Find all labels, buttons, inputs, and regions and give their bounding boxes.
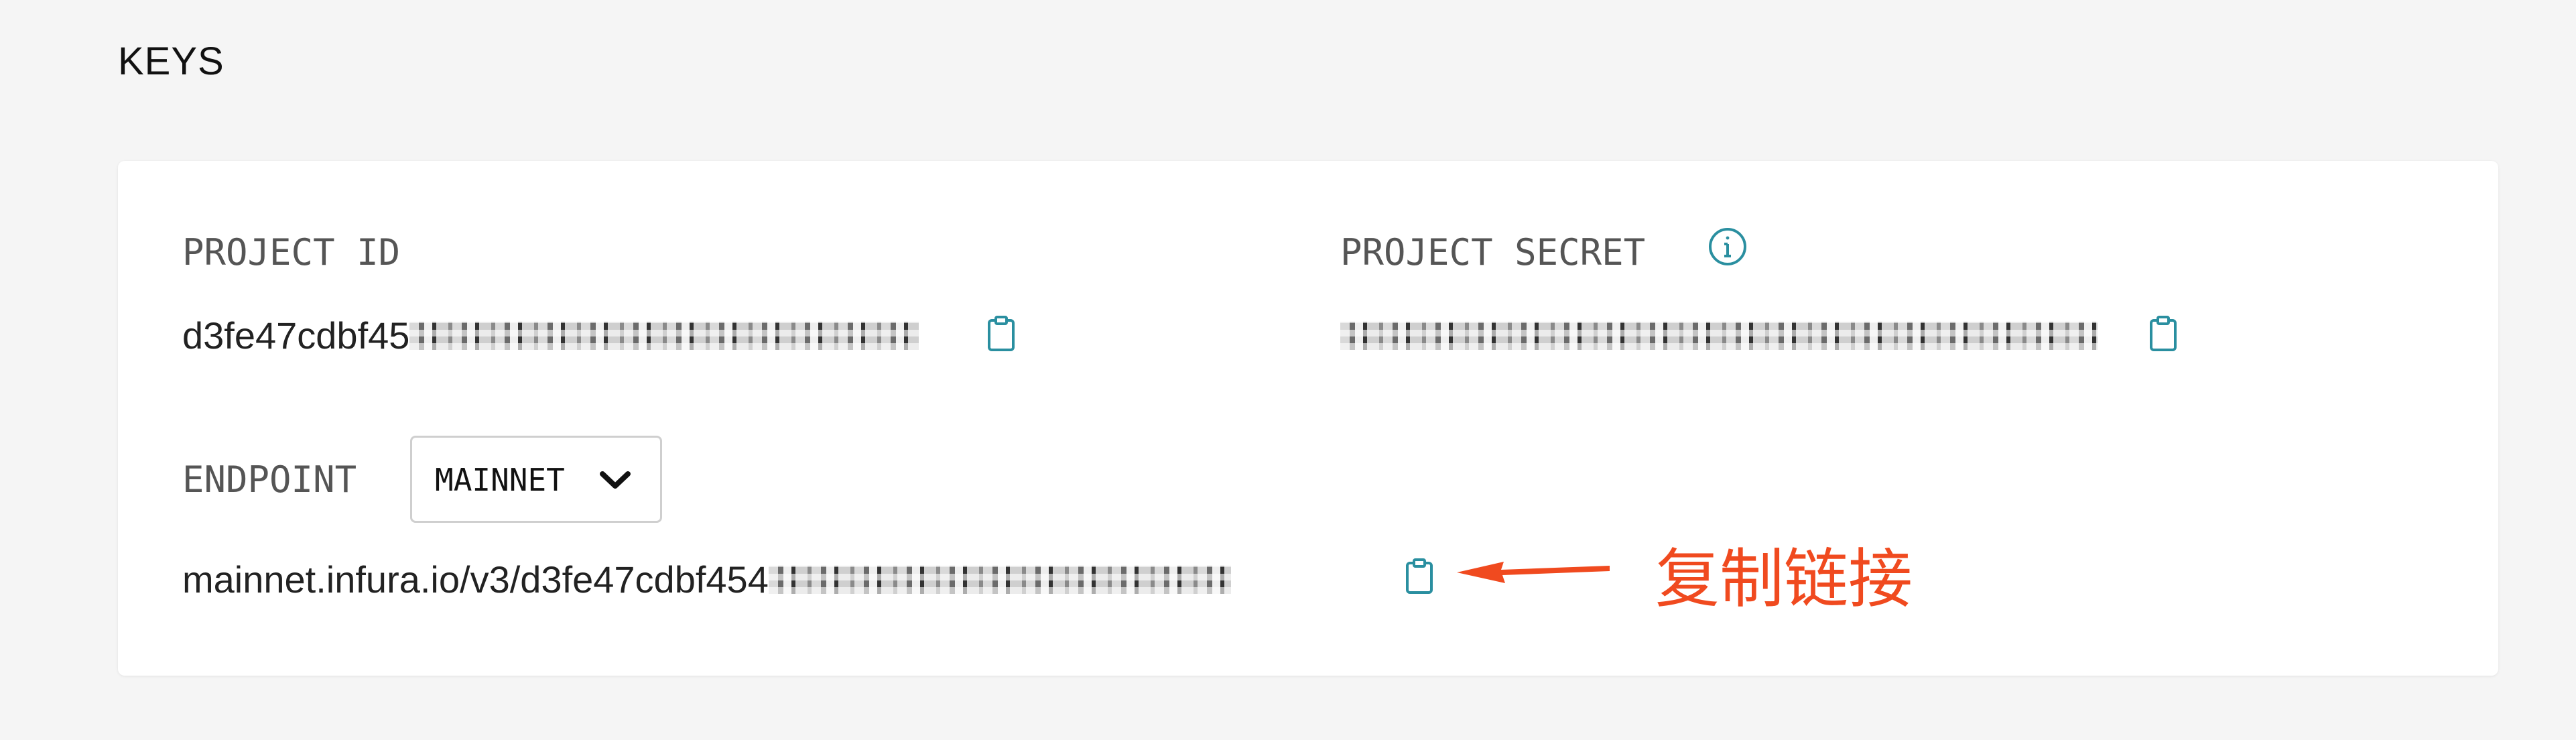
redacted-block	[409, 322, 919, 351]
project-id-value[interactable]: d3fe47cdbf45	[182, 314, 919, 357]
project-secret-label: PROJECT SECRET	[1340, 231, 1646, 273]
endpoint-url[interactable]: mainnet.infura.io/v3/d3fe47cdbf454	[182, 558, 1231, 601]
keys-card: PROJECT ID d3fe47cdbf45 PROJECT SECRET E…	[118, 161, 2498, 676]
endpoint-url-visible-text: mainnet.infura.io/v3/d3fe47cdbf454	[182, 558, 769, 601]
copy-project-id-button[interactable]	[986, 315, 1016, 353]
copy-project-secret-button[interactable]	[2148, 315, 2178, 353]
endpoint-label: ENDPOINT	[182, 458, 357, 501]
annotation-text: 复制链接	[1655, 542, 1913, 617]
keys-page: KEYS PROJECT ID d3fe47cdbf45 PROJECT SEC…	[0, 0, 2576, 740]
network-select-value: MAINNET	[435, 462, 565, 498]
clipboard-icon	[2148, 315, 2178, 353]
clipboard-icon	[986, 315, 1016, 353]
project-id-label: PROJECT ID	[182, 231, 401, 273]
chevron-down-icon	[597, 467, 633, 494]
project-secret-value[interactable]	[1340, 314, 2098, 357]
network-select[interactable]: MAINNET	[410, 436, 662, 523]
redacted-block	[768, 566, 1231, 595]
info-icon	[1708, 227, 1748, 267]
project-id-visible-text: d3fe47cdbf45	[182, 314, 410, 357]
copy-endpoint-button[interactable]	[1405, 558, 1434, 595]
project-secret-info-button[interactable]	[1708, 227, 1748, 267]
section-title: KEYS	[118, 40, 224, 83]
annotation-arrow-icon	[1454, 543, 1615, 597]
redacted-block	[1340, 322, 2098, 351]
clipboard-icon	[1405, 558, 1434, 595]
